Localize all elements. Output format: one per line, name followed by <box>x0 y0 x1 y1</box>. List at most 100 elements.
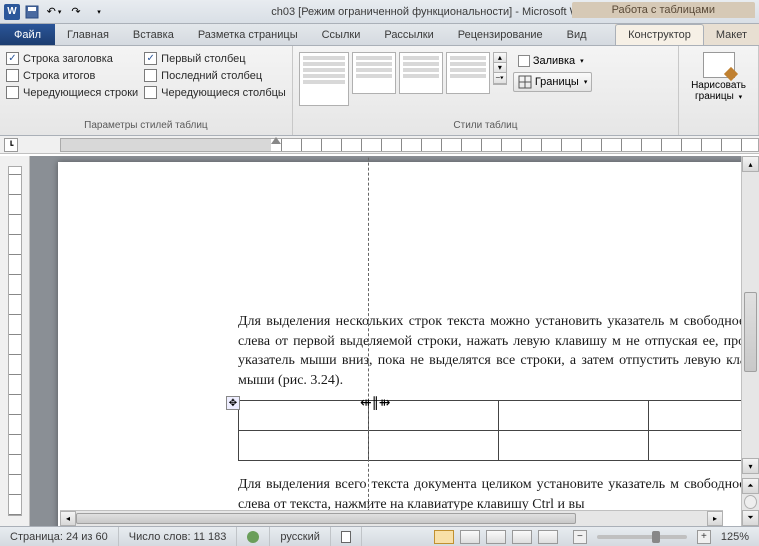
group-table-style-options: ✓Строка заголовка Строка итогов Чередующ… <box>0 46 293 135</box>
check-header-row-label: Строка заголовка <box>23 53 113 65</box>
check-first-column-label: Первый столбец <box>161 53 245 65</box>
document-table[interactable] <box>238 400 741 461</box>
hscroll-thumb[interactable] <box>76 513 576 524</box>
tab-mailings[interactable]: Рассылки <box>372 24 445 45</box>
ruler-h-scale[interactable] <box>60 138 759 152</box>
style-thumb-3[interactable] <box>399 52 443 94</box>
tab-design[interactable]: Конструктор <box>615 24 704 45</box>
scrollbar-horizontal[interactable]: ◂ ▸ <box>60 510 723 526</box>
view-web-icon[interactable] <box>486 530 506 544</box>
hscroll-left-icon[interactable]: ◂ <box>60 511 76 526</box>
page: Для выделения нескольких строк текста мо… <box>58 162 741 526</box>
style-thumb-2[interactable] <box>352 52 396 94</box>
group-table-styles: ▴▾⎯▾ Заливка▾ Границы▾ Стили таблиц <box>293 46 679 135</box>
vscroll-down-icon[interactable]: ▾ <box>742 458 759 474</box>
view-fullscreen-icon[interactable] <box>460 530 480 544</box>
paragraph-2[interactable]: Для выделения всего текста документа цел… <box>238 475 741 514</box>
undo-icon[interactable]: ↶▾ <box>44 2 64 22</box>
table-move-handle-icon[interactable]: ✥ <box>226 396 240 410</box>
style-thumb-1[interactable] <box>299 52 349 106</box>
gallery-more-icon[interactable]: ⎯▾ <box>494 73 506 84</box>
document-area: Для выделения нескольких строк текста мо… <box>0 156 759 526</box>
statusbar: Страница: 24 из 60 Число слов: 11 183 ру… <box>0 526 759 546</box>
borders-label: Границы <box>535 76 579 88</box>
gallery-up-icon[interactable]: ▴ <box>494 53 506 63</box>
zoom-level[interactable]: 125% <box>721 531 749 543</box>
group-label-draw <box>685 118 752 133</box>
zoom-in-button[interactable]: + <box>697 530 711 544</box>
status-word-count[interactable]: Число слов: 11 183 <box>119 527 238 546</box>
contextual-tab-title: Работа с таблицами <box>572 2 755 18</box>
column-resize-guide <box>368 156 369 526</box>
word-app-icon[interactable]: W <box>4 4 20 20</box>
draw-label-1: Нарисовать <box>691 80 746 91</box>
ribbon-tabs: Файл Главная Вставка Разметка страницы С… <box>0 24 759 46</box>
gallery-scroll[interactable]: ▴▾⎯▾ <box>493 52 507 85</box>
ruler-toggle-icon[interactable]: ┗ <box>4 138 18 152</box>
check-first-column[interactable]: ✓Первый столбец <box>144 52 286 65</box>
view-draft-icon[interactable] <box>538 530 558 544</box>
next-page-icon[interactable]: ⏷ <box>742 510 759 526</box>
table-styles-gallery[interactable]: ▴▾⎯▾ <box>299 48 507 106</box>
zoom-control: − + 125% <box>563 527 759 546</box>
indent-marker-icon[interactable] <box>271 137 281 144</box>
vscroll-up-icon[interactable]: ▴ <box>742 156 759 172</box>
check-banded-columns[interactable]: Чередующиеся столбцы <box>144 86 286 99</box>
check-banded-rows[interactable]: Чередующиеся строки <box>6 86 138 99</box>
file-tab[interactable]: Файл <box>0 24 55 45</box>
draw-borders-button[interactable]: Нарисоватьграницы ▾ <box>685 48 752 106</box>
draw-label-2: границы <box>695 91 734 102</box>
ruler-vertical[interactable] <box>0 156 30 526</box>
tab-page-layout[interactable]: Разметка страницы <box>186 24 310 45</box>
paint-bucket-icon <box>518 55 530 67</box>
check-banded-columns-label: Чередующиеся столбцы <box>161 87 286 99</box>
status-page[interactable]: Страница: 24 из 60 <box>0 527 119 546</box>
insert-mode-icon <box>341 531 351 543</box>
paragraph-1[interactable]: Для выделения нескольких строк текста мо… <box>238 312 741 390</box>
check-last-column-label: Последний столбец <box>161 70 262 82</box>
proofing-icon <box>247 531 259 543</box>
table-row[interactable] <box>239 401 742 431</box>
browse-object-icon[interactable] <box>744 495 757 509</box>
zoom-out-button[interactable]: − <box>573 530 587 544</box>
tab-view[interactable]: Вид <box>555 24 599 45</box>
prev-page-icon[interactable]: ⏶ <box>742 478 759 494</box>
check-total-row[interactable]: Строка итогов <box>6 69 138 82</box>
titlebar: W ↶▾ ↷ ▾ ch03 [Режим ограниченной функци… <box>0 0 759 24</box>
shading-button[interactable]: Заливка▾ <box>513 52 593 70</box>
status-insert-mode[interactable] <box>331 527 362 546</box>
table-row[interactable] <box>239 431 742 461</box>
redo-icon[interactable]: ↷ <box>66 2 86 22</box>
check-last-column[interactable]: Последний столбец <box>144 69 286 82</box>
ruler-horizontal[interactable]: ┗ <box>0 136 759 154</box>
draw-table-icon <box>703 52 735 78</box>
borders-icon <box>518 75 532 89</box>
shading-label: Заливка <box>533 55 575 67</box>
tab-review[interactable]: Рецензирование <box>446 24 555 45</box>
status-language[interactable]: русский <box>270 527 330 546</box>
check-header-row[interactable]: ✓Строка заголовка <box>6 52 138 65</box>
save-icon[interactable] <box>22 2 42 22</box>
view-outline-icon[interactable] <box>512 530 532 544</box>
group-label-options: Параметры стилей таблиц <box>6 118 286 133</box>
view-print-layout-icon[interactable] <box>434 530 454 544</box>
vscroll-thumb[interactable] <box>744 292 757 372</box>
tab-layout[interactable]: Макет <box>704 24 759 45</box>
hscroll-right-icon[interactable]: ▸ <box>707 511 723 526</box>
gallery-down-icon[interactable]: ▾ <box>494 63 506 73</box>
zoom-slider[interactable] <box>597 535 687 539</box>
ribbon: ✓Строка заголовка Строка итогов Чередующ… <box>0 46 759 136</box>
tab-insert[interactable]: Вставка <box>121 24 186 45</box>
qat-customize-icon[interactable]: ▾ <box>88 2 108 22</box>
document-viewport[interactable]: Для выделения нескольких строк текста мо… <box>30 156 741 526</box>
zoom-slider-knob[interactable] <box>652 531 660 543</box>
check-total-row-label: Строка итогов <box>23 70 95 82</box>
scrollbar-vertical[interactable]: ▴ ▾ ⏶ ⏷ <box>741 156 759 526</box>
tab-references[interactable]: Ссылки <box>310 24 373 45</box>
status-proofing[interactable] <box>237 527 270 546</box>
group-label-styles: Стили таблиц <box>299 118 672 133</box>
style-thumb-4[interactable] <box>446 52 490 94</box>
view-buttons <box>429 527 563 546</box>
tab-home[interactable]: Главная <box>55 24 121 45</box>
borders-button[interactable]: Границы▾ <box>513 72 593 92</box>
